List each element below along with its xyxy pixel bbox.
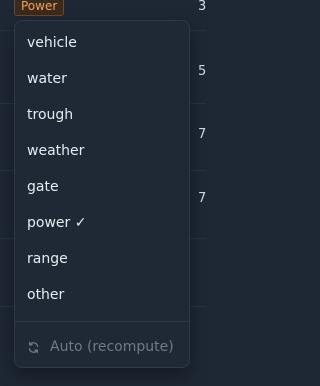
- category-chip[interactable]: Power: [14, 0, 65, 16]
- background-value: 7: [198, 127, 207, 142]
- background-value: 7: [198, 191, 207, 206]
- background-value: 5: [198, 64, 207, 79]
- background-value: 3: [198, 0, 207, 14]
- menu-divider: [15, 321, 189, 322]
- auto-recompute-item[interactable]: Auto (recompute): [15, 329, 189, 365]
- auto-recompute-label: Auto (recompute): [50, 339, 174, 355]
- menu-item-range[interactable]: range: [15, 241, 189, 277]
- menu-item-vehicle[interactable]: vehicle: [15, 25, 189, 61]
- page: 3 5 7 7 Power vehicle water trough weath…: [0, 0, 206, 386]
- menu-item-trough[interactable]: trough: [15, 97, 189, 133]
- menu-item-power[interactable]: power ✓: [15, 205, 189, 241]
- menu-item-weather[interactable]: weather: [15, 133, 189, 169]
- category-dropdown-menu: vehicle water trough weather gate power …: [14, 20, 190, 368]
- refresh-icon: [27, 341, 40, 354]
- menu-item-gate[interactable]: gate: [15, 169, 189, 205]
- menu-item-water[interactable]: water: [15, 61, 189, 97]
- menu-item-other[interactable]: other: [15, 277, 189, 313]
